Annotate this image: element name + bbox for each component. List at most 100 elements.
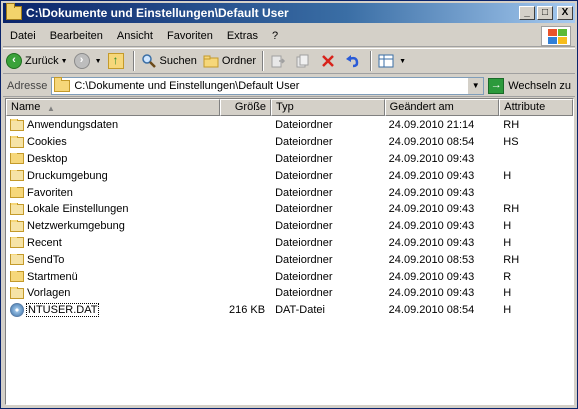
folder-icon — [10, 152, 24, 165]
back-arrow-icon: ‹ — [6, 53, 22, 69]
column-header-attributes[interactable]: Attribute — [499, 99, 573, 116]
menu-bearbeiten[interactable]: Bearbeiten — [43, 30, 110, 42]
address-input[interactable]: C:\Dokumente und Einstellungen\Default U… — [51, 76, 485, 95]
column-header-modified[interactable]: Geändert am — [384, 99, 500, 116]
file-modified: 24.09.2010 08:53 — [388, 253, 475, 266]
views-button[interactable]: ▼ — [375, 50, 409, 72]
file-name: Startmenü — [27, 270, 78, 283]
file-modified: 24.09.2010 09:43 — [388, 203, 475, 216]
file-name: Vorlagen — [27, 287, 71, 300]
folders-label: Ordner — [221, 55, 257, 67]
folder-icon — [10, 186, 24, 199]
menu-help[interactable]: ? — [265, 30, 285, 42]
folder-icon — [10, 203, 24, 215]
file-modified: 24.09.2010 21:14 — [388, 119, 475, 132]
title-bar[interactable]: C:\Dokumente und Einstellungen\Default U… — [3, 3, 575, 23]
file-attributes: RH — [503, 253, 520, 266]
go-arrow-icon: → — [488, 77, 505, 94]
folder-icon — [10, 220, 24, 232]
folder-icon — [10, 236, 24, 249]
file-attributes: H — [503, 304, 512, 317]
column-attributes-label: Attribute — [504, 101, 546, 113]
go-button[interactable]: → Wechseln zu — [488, 77, 575, 94]
file-name: Desktop — [27, 152, 68, 165]
table-row[interactable]: Cookies Dateiordner 24.09.2010 08:54 HS — [6, 134, 573, 151]
file-type: Dateiordner — [275, 186, 333, 199]
column-header-name[interactable]: Name ▲ — [6, 99, 221, 116]
table-row[interactable]: Lokale Einstellungen Dateiordner 24.09.2… — [6, 201, 573, 218]
file-name: Recent — [27, 236, 62, 249]
column-header-type[interactable]: Typ — [271, 99, 385, 116]
file-type: Dateiordner — [275, 236, 333, 249]
forward-button[interactable]: › ▼ — [71, 50, 105, 72]
go-label: Wechseln zu — [508, 79, 571, 92]
column-header-row: Name ▲ Größe Typ Geändert am Attribute — [6, 99, 573, 116]
column-header-size[interactable]: Größe — [220, 99, 272, 116]
column-modified-label: Geändert am — [389, 101, 454, 113]
folder-icon — [6, 3, 22, 20]
folder-icon — [54, 76, 71, 92]
table-row[interactable]: Recent Dateiordner 24.09.2010 09:43 H — [6, 235, 573, 252]
forward-arrow-icon: › — [73, 53, 90, 69]
up-folder-button[interactable]: ↑ — [105, 50, 130, 72]
file-type: Dateiordner — [275, 220, 333, 233]
maximize-button[interactable]: □ — [537, 6, 553, 20]
file-modified: 24.09.2010 08:54 — [388, 136, 475, 149]
folder-icon — [10, 169, 24, 182]
file-size: 216 KB — [228, 304, 266, 317]
minimize-button[interactable]: _ — [519, 6, 535, 20]
file-type: DAT-Datei — [275, 304, 325, 317]
file-list[interactable]: Name ▲ Größe Typ Geändert am Attribute A… — [5, 98, 574, 405]
chevron-down-icon[interactable]: ▼ — [467, 77, 484, 94]
table-row[interactable]: SendTo Dateiordner 24.09.2010 08:53 RH — [6, 251, 573, 268]
back-button[interactable]: ‹ Zurück ▼ — [3, 50, 71, 72]
toolbar-separator — [370, 51, 373, 71]
folder-icon — [10, 287, 24, 299]
chevron-down-icon: ▼ — [60, 57, 68, 65]
delete-button[interactable] — [317, 50, 342, 72]
folder-tree-icon — [203, 53, 219, 69]
search-label: Suchen — [159, 55, 197, 67]
address-value: C:\Dokumente und Einstellungen\Default U… — [74, 79, 300, 92]
table-row[interactable]: Druckumgebung Dateiordner 24.09.2010 09:… — [6, 167, 573, 184]
table-row[interactable]: Netzwerkumgebung Dateiordner 24.09.2010 … — [6, 218, 573, 235]
file-modified: 24.09.2010 09:43 — [388, 169, 475, 182]
file-name: Anwendungsdaten — [27, 119, 119, 132]
table-row[interactable]: Startmenü Dateiordner 24.09.2010 09:43 R — [6, 268, 573, 285]
table-row[interactable]: Anwendungsdaten Dateiordner 24.09.2010 2… — [6, 117, 573, 134]
delete-x-icon — [320, 53, 336, 69]
search-button[interactable]: Suchen — [138, 50, 200, 72]
windows-logo-icon — [541, 26, 571, 46]
views-grid-icon — [378, 53, 394, 69]
address-label: Adresse — [7, 79, 48, 92]
file-modified: 24.09.2010 09:43 — [388, 186, 475, 199]
copy-to-button[interactable] — [292, 50, 317, 72]
up-folder-icon: ↑ — [107, 53, 124, 69]
table-row[interactable]: Vorlagen Dateiordner 24.09.2010 09:43 H — [6, 285, 573, 302]
chevron-down-icon: ▼ — [399, 57, 406, 65]
file-attributes: H — [503, 236, 512, 249]
menu-datei[interactable]: Datei — [3, 30, 43, 42]
folders-button[interactable]: Ordner — [200, 50, 259, 72]
copy-to-icon — [295, 53, 311, 69]
move-to-button[interactable] — [267, 50, 292, 72]
toolbar: ‹ Zurück ▼ › ▼ ↑ Suchen Ordner ▼ — [3, 48, 575, 74]
menu-ansicht[interactable]: Ansicht — [110, 30, 160, 42]
file-type: Dateiordner — [275, 152, 333, 165]
menu-favoriten[interactable]: Favoriten — [160, 30, 220, 42]
file-name: Netzwerkumgebung — [27, 220, 125, 233]
close-button[interactable]: X — [557, 6, 573, 20]
table-row[interactable]: NTUSER.DAT 216 KB DAT-Datei 24.09.2010 0… — [6, 302, 573, 319]
menu-extras[interactable]: Extras — [220, 30, 265, 42]
folder-icon — [10, 253, 24, 266]
undo-button[interactable] — [342, 50, 367, 72]
file-attributes: RH — [503, 119, 520, 132]
table-row[interactable]: Desktop Dateiordner 24.09.2010 09:43 — [6, 151, 573, 168]
column-type-label: Typ — [276, 101, 294, 113]
toolbar-separator — [132, 51, 135, 71]
file-attributes: RH — [503, 203, 520, 216]
file-type: Dateiordner — [275, 287, 333, 300]
file-name: NTUSER.DAT — [25, 303, 100, 318]
chevron-down-icon: ▼ — [94, 57, 102, 65]
table-row[interactable]: Favoriten Dateiordner 24.09.2010 09:43 — [6, 184, 573, 201]
